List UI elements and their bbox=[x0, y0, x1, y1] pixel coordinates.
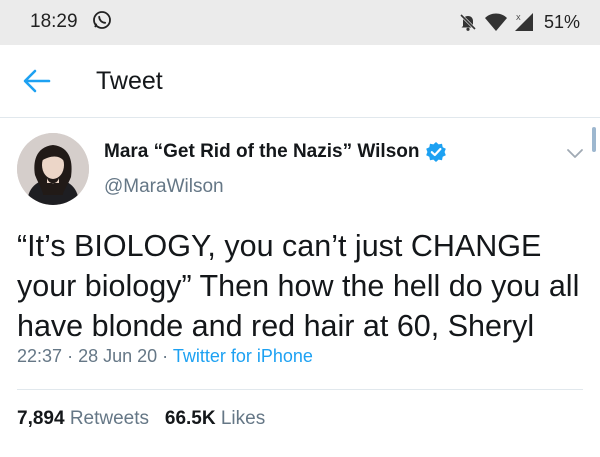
retweets-label: Retweets bbox=[69, 408, 150, 429]
likes-label: Likes bbox=[220, 408, 266, 429]
likes-count: 66.5K bbox=[164, 408, 216, 429]
verified-badge-icon bbox=[426, 142, 447, 162]
tweet-time: 22:37 bbox=[17, 346, 63, 366]
whatsapp-icon bbox=[93, 11, 111, 29]
divider bbox=[17, 389, 583, 390]
meta-separator: · bbox=[162, 346, 169, 366]
meta-separator: · bbox=[67, 346, 74, 366]
tweet-source-link[interactable]: Twitter for iPhone bbox=[173, 346, 313, 366]
likes-stat[interactable]: 66.5K Likes bbox=[165, 408, 265, 429]
back-button[interactable] bbox=[22, 67, 52, 95]
retweets-count: 7,894 bbox=[17, 408, 65, 429]
page-title: Tweet bbox=[96, 67, 163, 95]
scrollbar[interactable] bbox=[592, 127, 596, 152]
tweet-text: “It’s BIOLOGY, you can’t just CHANGE you… bbox=[17, 229, 580, 343]
svg-text:X: X bbox=[516, 15, 521, 22]
bell-off-icon bbox=[459, 13, 477, 31]
tweet-date: 28 Jun 20 bbox=[78, 346, 158, 366]
status-icons: X 51% bbox=[458, 9, 580, 35]
author-row[interactable]: Mara “Get Rid of the Nazis” Wilson bbox=[104, 141, 447, 163]
wifi-icon bbox=[484, 13, 507, 31]
user-handle[interactable]: @MaraWilson bbox=[104, 176, 224, 198]
tweet-stats: 7,894 Retweets 66.5K Likes bbox=[17, 408, 265, 430]
status-time: 18:29 bbox=[30, 11, 78, 32]
tweet-meta: 22:37 · 28 Jun 20 · Twitter for iPhone bbox=[17, 346, 313, 367]
signal-icon: X bbox=[514, 13, 533, 31]
chevron-down-icon[interactable] bbox=[566, 148, 584, 160]
avatar[interactable] bbox=[17, 133, 89, 205]
display-name[interactable]: Mara “Get Rid of the Nazis” Wilson bbox=[104, 141, 419, 163]
battery-level: 51% bbox=[543, 11, 580, 32]
status-bar: 18:29 X 51% bbox=[0, 0, 600, 45]
retweets-stat[interactable]: 7,894 Retweets bbox=[17, 408, 154, 429]
app-bar: Tweet bbox=[0, 45, 600, 118]
